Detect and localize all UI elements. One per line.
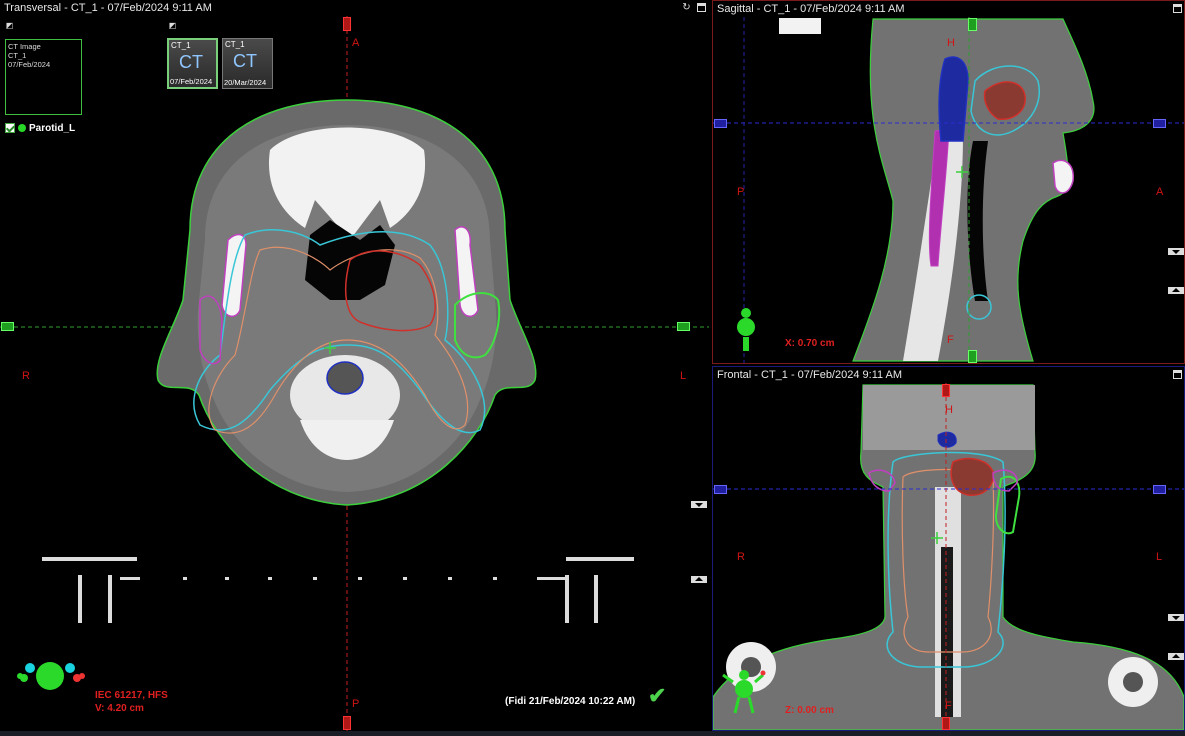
slice-position: V: 4.20 cm (95, 703, 144, 714)
approved-check-icon: ✔ (648, 683, 667, 708)
thumbnail-date: 20/Mar/2024 (224, 78, 267, 87)
crosshair-left-handle[interactable] (1, 322, 14, 331)
couch-structure (42, 557, 634, 623)
slice-position: Z: 0.00 cm (785, 705, 834, 716)
scroll-down-button[interactable] (691, 501, 707, 508)
patient-orientation: IEC 61217, HFS (95, 690, 168, 701)
sagittal-viewport[interactable]: Sagittal - CT_1 - 07/Feb/2024 9:11 AM H … (712, 0, 1185, 364)
gtv-contour (950, 457, 994, 496)
ct-thumbnail-2[interactable]: CT_1 CT 20/Mar/2024 (222, 38, 273, 89)
frontal-image (713, 383, 1184, 730)
gtv-contour (983, 81, 1026, 120)
preview-label: CT Image (8, 42, 41, 51)
ct-thumbnail-1[interactable]: CT_1 CT 07/Feb/2024 (167, 38, 218, 89)
slice-position: X: 0.70 cm (785, 338, 835, 349)
crosshair-bottom-handle[interactable] (968, 350, 977, 363)
scroll-up-button[interactable] (1168, 653, 1184, 660)
orient-anterior: A (352, 37, 360, 49)
preview-date: 07/Feb/2024 (8, 60, 51, 69)
transversal-viewport[interactable]: Transversal - CT_1 - 07/Feb/2024 9:11 AM… (0, 0, 709, 731)
crosshair-bottom-handle[interactable] (343, 716, 351, 730)
crosshair-bottom-handle[interactable] (942, 717, 950, 730)
structure-label: Parotid_L (29, 122, 76, 134)
orient-anterior: A (1156, 186, 1164, 198)
crosshair-right-handle[interactable] (1153, 485, 1166, 494)
thumbnail-modality: CT (179, 52, 203, 72)
structure-legend[interactable]: Parotid_L (5, 122, 75, 134)
sagittal-image (713, 17, 1184, 363)
orient-head: H (947, 37, 955, 49)
crosshair-right-handle[interactable] (677, 322, 690, 331)
structure-checkbox[interactable] (5, 123, 15, 133)
thumbnail-series: CT_1 (171, 41, 191, 50)
scroll-down-button[interactable] (1168, 248, 1184, 255)
thumbnail-modality: CT (233, 51, 257, 71)
crosshair-top-handle[interactable] (343, 17, 351, 31)
orient-right: R (737, 551, 745, 563)
crosshair-left-handle[interactable] (714, 119, 727, 128)
collapse-icon[interactable]: ◩ (4, 20, 15, 31)
approval-timestamp: (Fidi 21/Feb/2024 10:22 AM) (505, 696, 636, 707)
crosshair-left-handle[interactable] (714, 485, 727, 494)
crosshair-right-handle[interactable] (1153, 119, 1166, 128)
orient-posterior: P (737, 186, 745, 198)
orient-posterior: P (352, 698, 360, 710)
orient-feet: F (947, 334, 954, 346)
thumbnail-series: CT_1 (225, 40, 245, 49)
crosshair-top-handle[interactable] (942, 384, 950, 397)
scroll-up-button[interactable] (691, 576, 707, 583)
transversal-image (0, 16, 709, 731)
collapse-icon-2[interactable]: ◩ (167, 20, 178, 31)
scroll-down-button[interactable] (1168, 614, 1184, 621)
scroll-up-button[interactable] (1168, 287, 1184, 294)
orient-head: H (945, 404, 953, 416)
crosshair-top-handle[interactable] (968, 18, 977, 31)
thumbnail-date: 07/Feb/2024 (170, 77, 213, 86)
orientation-manikin (737, 308, 755, 351)
orient-right: R (22, 370, 30, 382)
orientation-manikin (17, 662, 85, 690)
image-preview[interactable]: CT Image CT_1 07/Feb/2024 (5, 39, 82, 115)
structure-color-icon (18, 124, 26, 132)
frontal-viewport[interactable]: Frontal - CT_1 - 07/Feb/2024 9:11 AM H F… (712, 366, 1185, 731)
orient-left: L (680, 370, 687, 382)
taskbar-strip (0, 731, 1185, 736)
preview-series: CT_1 (8, 51, 27, 60)
orient-feet: F (945, 700, 952, 712)
spinal-cord-contour (326, 361, 364, 395)
orient-left: L (1156, 551, 1163, 563)
